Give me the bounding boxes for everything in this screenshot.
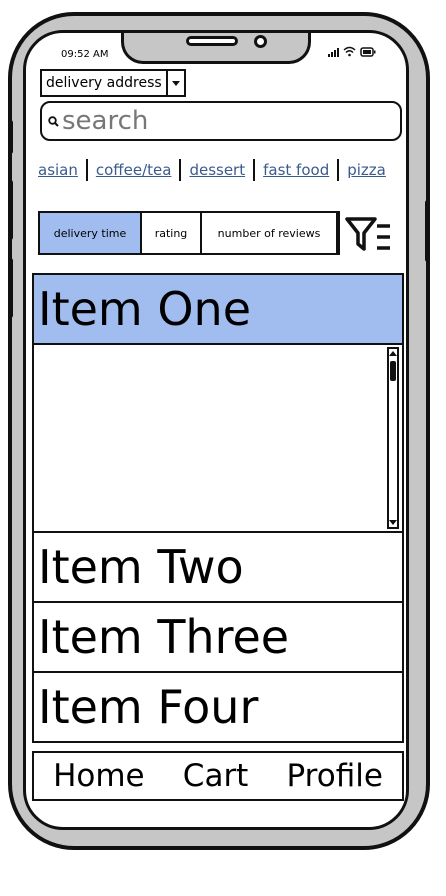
wifi-icon (343, 46, 356, 57)
divider (337, 159, 340, 181)
divider (253, 159, 256, 181)
status-time: 09:52 AM (61, 49, 109, 60)
phone-side-button (8, 120, 13, 154)
bottom-nav: Home Cart Profile (32, 751, 404, 801)
scrollbar-thumb[interactable] (390, 361, 396, 381)
search-input[interactable] (62, 106, 362, 136)
tab-number-of-reviews[interactable]: number of reviews (202, 213, 336, 253)
battery-icon (360, 47, 376, 57)
list-item-one[interactable]: Item One (32, 273, 404, 345)
divider (179, 159, 182, 181)
scrollbar[interactable] (387, 347, 399, 529)
status-icons (328, 46, 376, 57)
delivery-address-label: delivery address (46, 75, 162, 91)
category-links: asian coffee/tea dessert fast food pizza (38, 159, 386, 181)
tab-rating[interactable]: rating (142, 213, 202, 253)
list-item-four[interactable]: Item Four (32, 671, 404, 743)
chevron-down-icon[interactable] (165, 71, 184, 95)
search-bar[interactable] (40, 101, 402, 141)
delivery-address-dropdown[interactable]: delivery address (40, 69, 186, 97)
phone-side-button (8, 180, 13, 240)
phone-side-button (8, 258, 13, 318)
item-list: Item One Item Two Item Three Item Four (32, 273, 404, 743)
category-dessert[interactable]: dessert (189, 161, 245, 179)
tab-delivery-time[interactable]: delivery time (40, 213, 142, 253)
category-coffee-tea[interactable]: coffee/tea (96, 161, 172, 179)
phone-notch (121, 33, 311, 64)
list-item-three[interactable]: Item Three (32, 601, 404, 673)
category-asian[interactable]: asian (38, 161, 78, 179)
category-pizza[interactable]: pizza (347, 161, 386, 179)
scroll-up-icon[interactable] (389, 349, 397, 359)
item-detail-panel (32, 343, 404, 533)
speaker-icon (186, 36, 238, 46)
scroll-down-icon[interactable] (389, 517, 397, 527)
signal-icon (328, 48, 339, 57)
filter-icon[interactable] (344, 216, 392, 252)
camera-icon (254, 35, 267, 48)
nav-home[interactable]: Home (53, 758, 145, 794)
category-fast-food[interactable]: fast food (263, 161, 329, 179)
nav-profile[interactable]: Profile (287, 758, 383, 794)
sort-tabs: delivery time rating number of reviews (38, 211, 340, 255)
list-item-two[interactable]: Item Two (32, 531, 404, 603)
divider (85, 159, 88, 181)
phone-screen: 09:52 AM delivery address asian coffee/t… (23, 30, 409, 830)
search-icon (48, 115, 59, 127)
phone-side-button (425, 200, 430, 262)
nav-cart[interactable]: Cart (183, 758, 249, 794)
